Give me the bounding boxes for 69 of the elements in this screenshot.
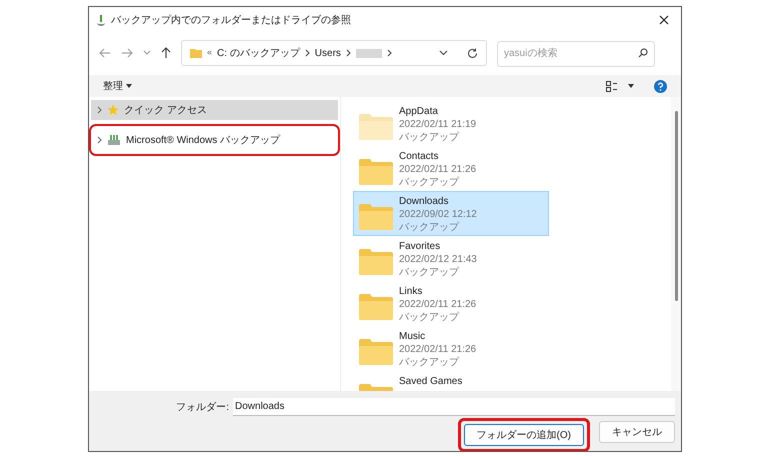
folder-item[interactable]: AppData 2022/02/11 21:19 バックアップ: [353, 101, 549, 146]
folder-type: バックアップ: [399, 356, 460, 369]
folder-item[interactable]: Favorites 2022/02/12 21:43 バックアップ: [353, 236, 549, 281]
chevron-right-icon[interactable]: [97, 106, 102, 114]
folder-name: Music: [399, 330, 426, 343]
view-options-icon[interactable]: [606, 80, 618, 92]
tree-item-label: Microsoft® Windows バックアップ: [126, 134, 280, 148]
folder-type: バックアップ: [399, 131, 460, 144]
folder-icon: [359, 114, 393, 140]
chevron-right-icon[interactable]: [97, 136, 102, 144]
dialog-button[interactable]: フォルダーの追加(O): [464, 424, 584, 446]
caret-icon[interactable]: [628, 84, 634, 88]
folder-name-field[interactable]: Downloads: [233, 398, 675, 416]
folder-date: 2022/02/12 21:43: [399, 253, 477, 266]
chevron-down-icon[interactable]: [143, 50, 151, 56]
folder-name: Favorites: [399, 240, 442, 253]
folder-label: フォルダー:: [176, 400, 229, 414]
breadcrumb-link[interactable]: Users: [314, 46, 341, 60]
backup-app-icon: [95, 14, 107, 26]
search-icon: [638, 48, 648, 58]
redacted-text: [356, 48, 382, 58]
folder-item[interactable]: Links 2022/02/11 21:26 バックアップ: [353, 281, 549, 326]
folder-name: Downloads: [399, 195, 450, 208]
up-arrow-icon[interactable]: [161, 47, 171, 59]
overflow-chevrons[interactable]: «: [207, 46, 212, 60]
chevron-right-icon[interactable]: [346, 49, 351, 57]
tree-item[interactable]: クイック アクセス: [91, 100, 338, 120]
help-icon[interactable]: [654, 80, 667, 92]
address-bar[interactable]: « C: のバックアップ Users: [181, 40, 487, 66]
folder-date: 2022/02/11 21:26: [399, 343, 476, 356]
caret-icon[interactable]: [126, 84, 132, 88]
folder-type: バックアップ: [399, 176, 460, 189]
folder-date: 2022/02/11 21:26: [399, 163, 476, 176]
folder-item[interactable]: Music 2022/02/11 21:26 バックアップ: [353, 326, 549, 371]
folder-icon: [359, 204, 393, 230]
dropdown-chevron-icon[interactable]: [439, 50, 448, 56]
folder-icon: [359, 159, 393, 185]
back-arrow-icon[interactable]: [99, 48, 111, 58]
folder-name: Saved Games: [399, 375, 462, 388]
folder-icon: [359, 249, 393, 275]
breadcrumb-link[interactable]: C: のバックアップ: [217, 46, 300, 60]
folder-icon: [190, 48, 202, 58]
backup-drive-icon: [107, 134, 121, 146]
window-title: バックアップ内でのフォルダーまたはドライブの参照: [111, 14, 351, 28]
close-icon[interactable]: [659, 15, 669, 25]
tree-item-label: クイック アクセス: [124, 104, 207, 118]
folder-type: バックアップ: [399, 221, 460, 234]
dialog-button[interactable]: キャンセル: [599, 421, 675, 443]
chevron-right-icon[interactable]: [304, 49, 310, 57]
folder-name: AppData: [399, 105, 439, 118]
search-field[interactable]: yasuiの検索: [497, 40, 655, 66]
folder-item[interactable]: Downloads 2022/09/02 12:12 バックアップ: [353, 191, 549, 236]
scrollbar-thumb[interactable]: [674, 111, 678, 301]
folder-date: 2022/02/11 21:19: [399, 118, 476, 131]
folder-name: Links: [399, 285, 424, 298]
folder-type: バックアップ: [399, 311, 460, 324]
folder-date: 2022/09/02 12:12: [399, 208, 477, 221]
folder-date: 2022/02/11 21:26: [399, 298, 476, 311]
folder-item[interactable]: Contacts 2022/02/11 21:26 バックアップ: [353, 146, 549, 191]
tree-item[interactable]: Microsoft® Windows バックアップ: [91, 126, 338, 154]
chevron-right-icon[interactable]: [386, 49, 392, 57]
forward-arrow-icon[interactable]: [121, 48, 133, 58]
folder-type: バックアップ: [399, 266, 460, 279]
organize-menu-button[interactable]: 整理: [103, 78, 132, 94]
refresh-icon[interactable]: [467, 48, 478, 58]
folder-name: Contacts: [399, 150, 440, 163]
star-icon: [107, 104, 119, 116]
folder-icon: [359, 294, 393, 320]
folder-icon: [359, 339, 393, 365]
